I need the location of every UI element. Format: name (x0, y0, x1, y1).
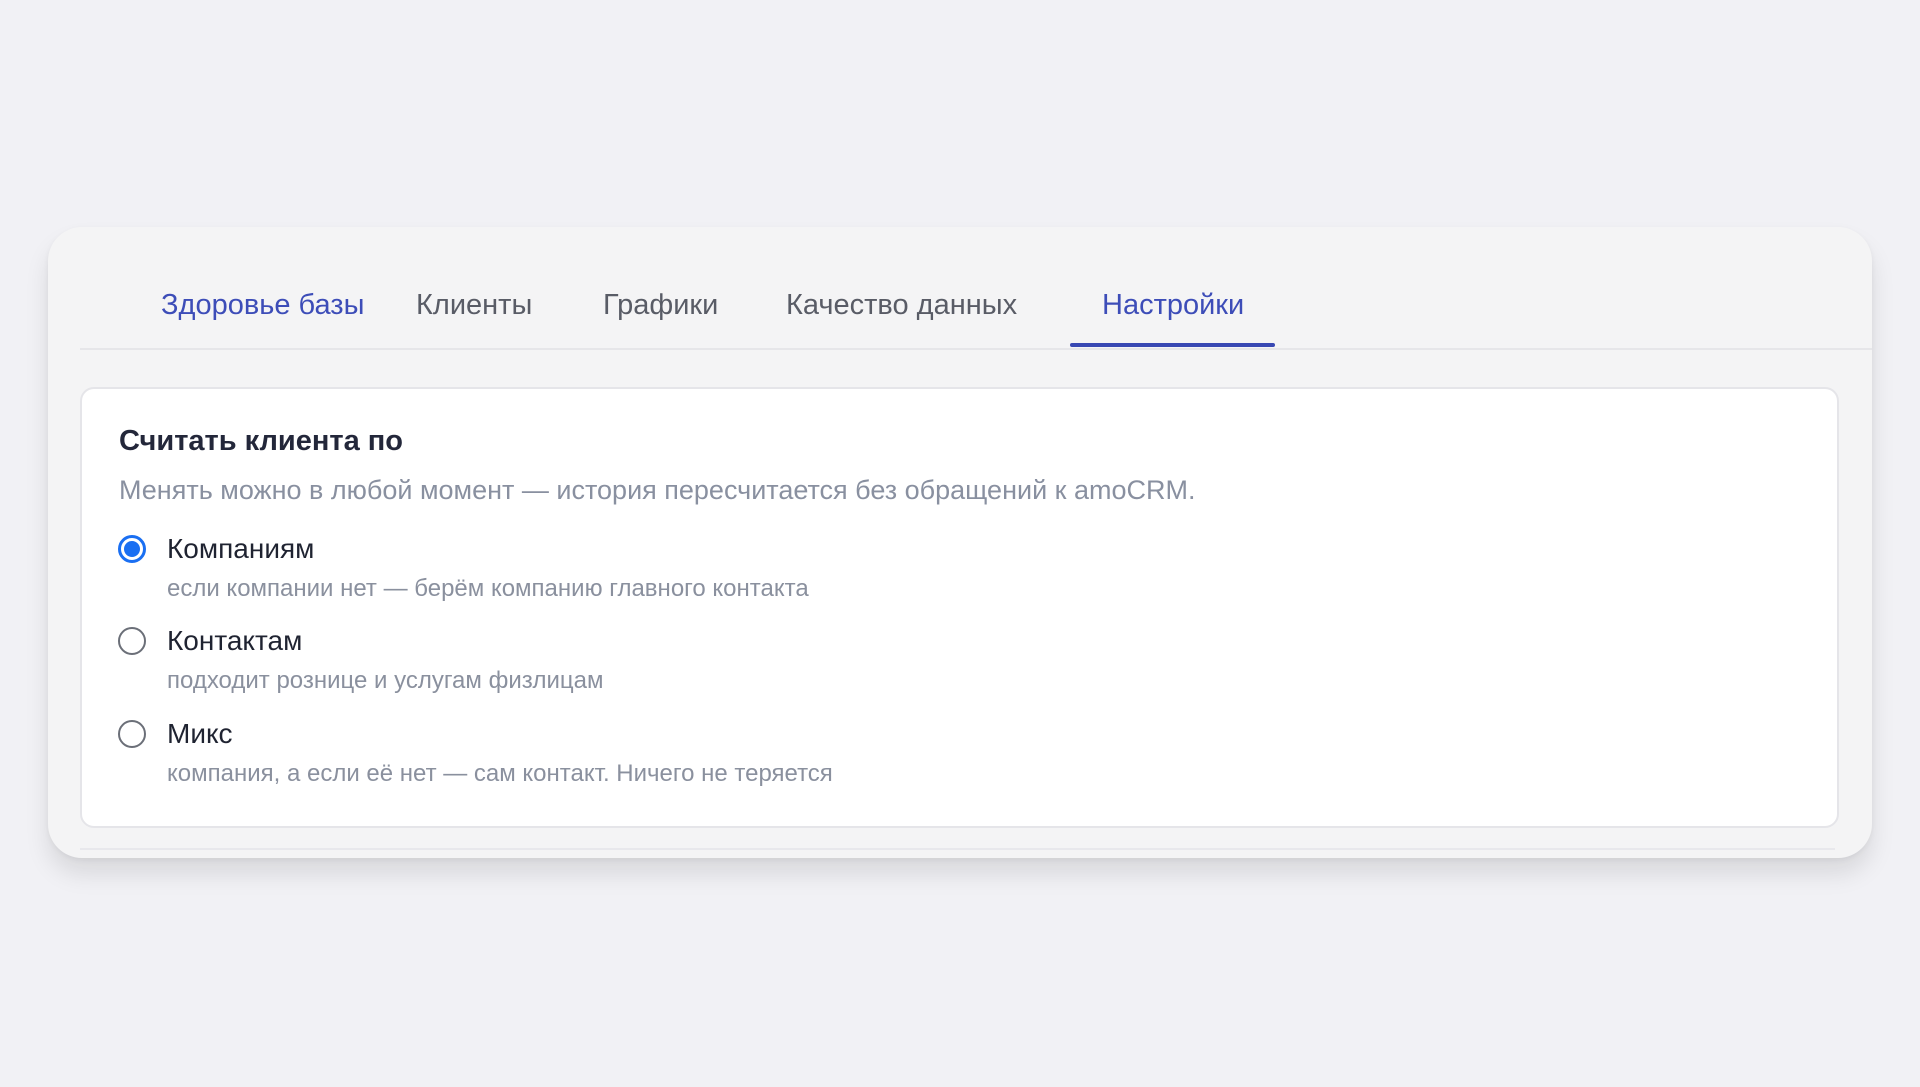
client-counting-settings-card: Считать клиента по Менять можно в любой … (80, 387, 1839, 828)
settings-title: Считать клиента по (119, 425, 404, 457)
option-mix[interactable]: Микс компания, а если её нет — сам конта… (118, 718, 1018, 798)
radio-contacts[interactable] (118, 627, 146, 655)
radio-companies[interactable] (118, 535, 146, 563)
option-description-companies: если компании нет — берём компанию главн… (167, 575, 809, 602)
tab-data-quality[interactable]: Качество данных (786, 287, 1017, 323)
option-contacts[interactable]: Контактам подходит рознице и услугам физ… (118, 625, 1018, 705)
option-label-contacts: Контактам (167, 625, 303, 656)
tab-bar: Здоровье базы Клиенты Графики Качество д… (80, 227, 1872, 350)
next-card-edge (80, 848, 1835, 850)
option-description-contacts: подходит рознице и услугам физлицам (167, 667, 604, 694)
option-label-companies: Компаниям (167, 533, 315, 564)
active-tab-indicator (1070, 343, 1275, 347)
option-label-mix: Микс (167, 718, 233, 749)
settings-subtitle: Менять можно в любой момент — история пе… (119, 475, 1196, 505)
tab-database-health[interactable]: Здоровье базы (161, 287, 364, 323)
option-companies[interactable]: Компаниям если компании нет — берём комп… (118, 533, 1018, 613)
radio-mix[interactable] (118, 720, 146, 748)
tab-clients[interactable]: Клиенты (416, 287, 532, 323)
tab-settings[interactable]: Настройки (1102, 287, 1244, 323)
option-description-mix: компания, а если её нет — сам контакт. Н… (167, 760, 833, 787)
tab-charts[interactable]: Графики (603, 287, 718, 323)
dashboard-panel: Здоровье базы Клиенты Графики Качество д… (48, 227, 1872, 858)
